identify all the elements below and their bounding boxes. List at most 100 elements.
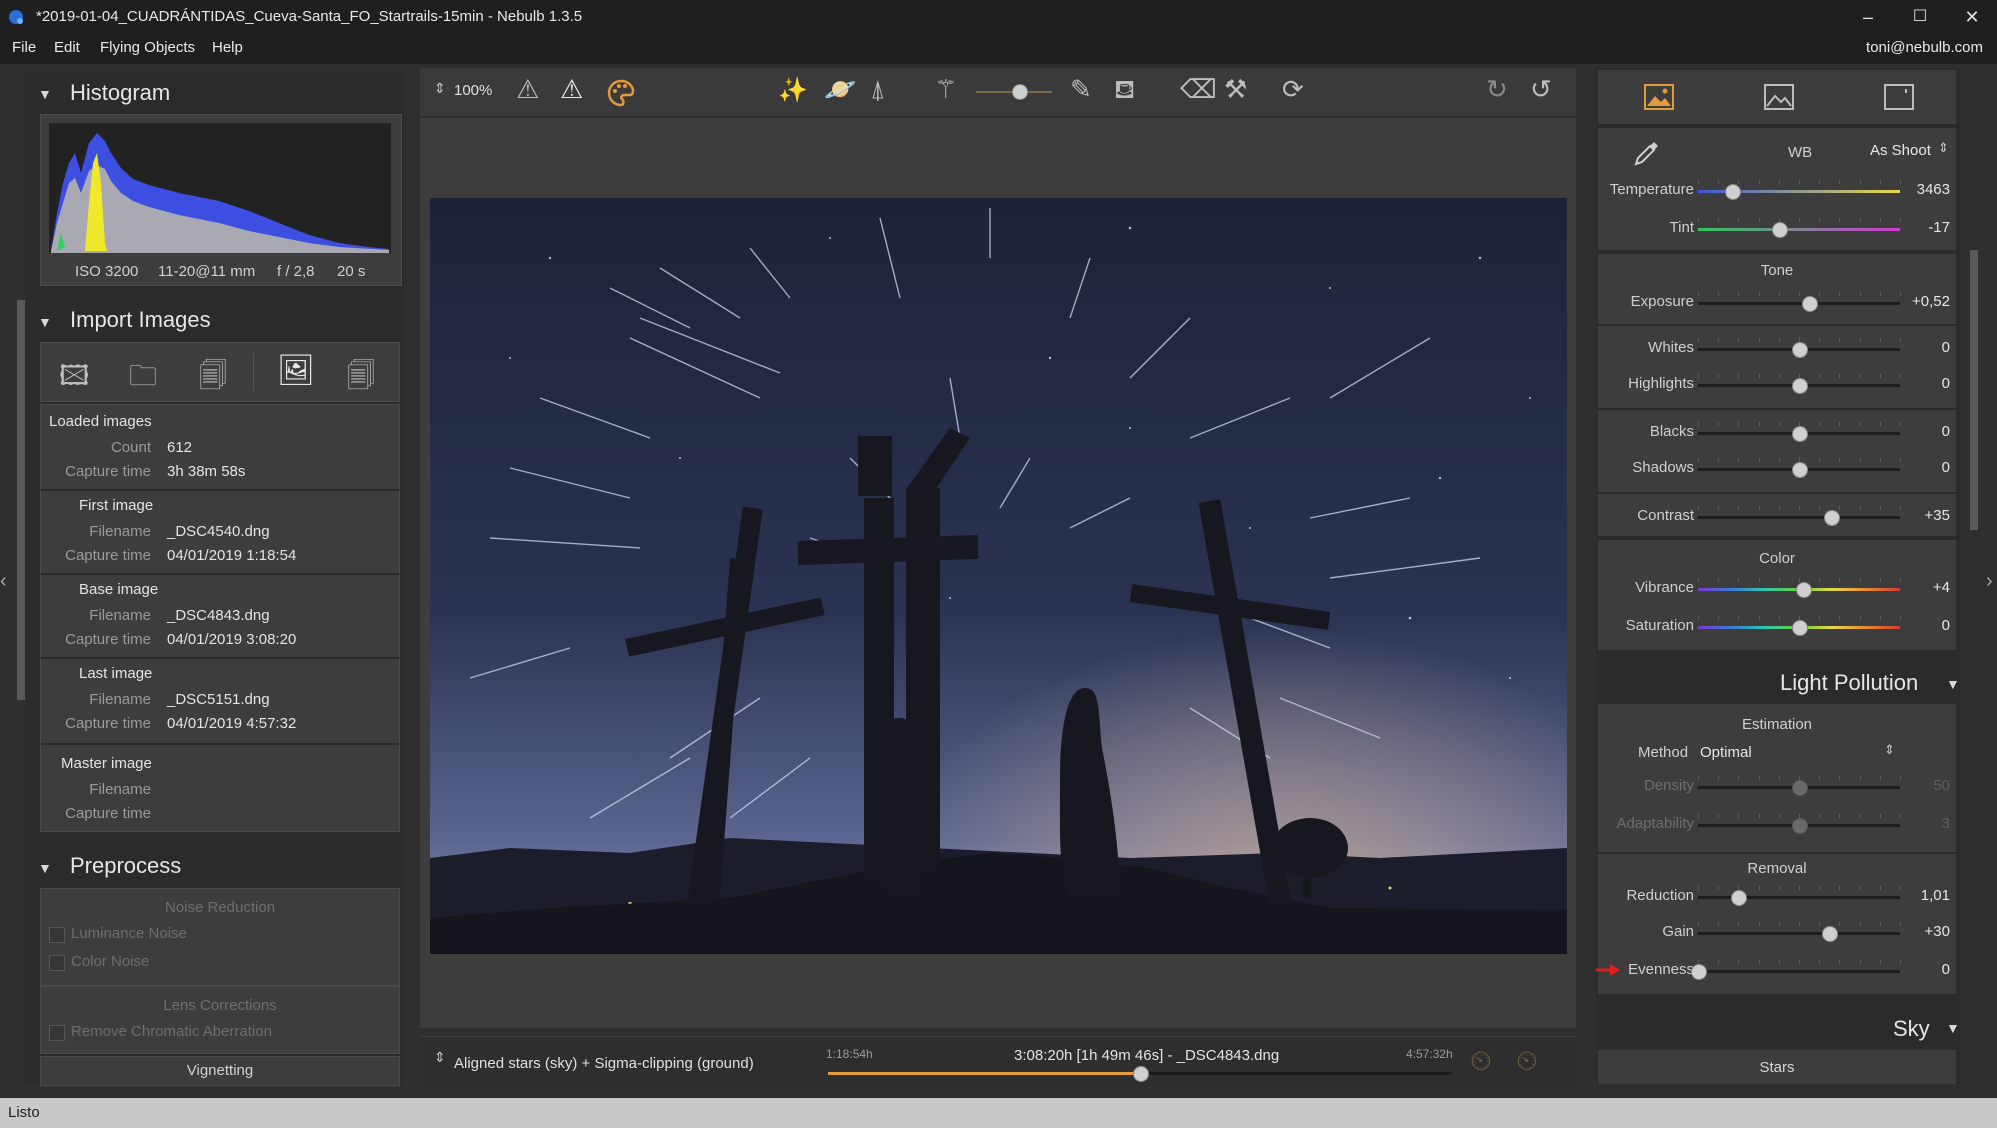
import-master-icon[interactable]: 🗐 [347, 355, 375, 403]
eyedropper-icon[interactable] [1632, 138, 1662, 168]
shadows-knob[interactable] [1792, 462, 1808, 478]
vibrance-tick [1799, 578, 1800, 582]
vignetting-box[interactable]: Vignetting [40, 1056, 400, 1086]
tone-title: Tone [1760, 262, 1794, 279]
temperature-tick [1879, 180, 1881, 184]
collapse-left-icon[interactable]: ‹ [0, 570, 7, 593]
zoom-stepper-icon[interactable]: ⇕ [434, 80, 446, 97]
method-dropdown[interactable]: Optimal [1700, 744, 1752, 761]
minimize-button[interactable]: – [1846, 4, 1890, 30]
account-email[interactable]: toni@nebulb.com [1866, 39, 1983, 56]
reduction-tick [1859, 886, 1861, 890]
menu-file[interactable]: File [12, 39, 36, 56]
tint-knob[interactable] [1771, 222, 1788, 238]
reduction-slider[interactable] [1698, 896, 1900, 899]
vibrance-label: Vibrance [1635, 579, 1694, 596]
saturation-tick [1698, 616, 1699, 620]
warning-filled-icon[interactable]: ⚠ [560, 74, 583, 105]
refresh-icon[interactable]: ⟳ [1282, 74, 1304, 105]
close-button[interactable]: ✕ [1950, 4, 1994, 30]
develop-tab-icon[interactable] [1644, 84, 1674, 110]
evenness-tick [1738, 960, 1740, 964]
menu-help[interactable]: Help [212, 39, 243, 56]
stars-box[interactable]: Stars [1598, 1050, 1956, 1084]
evenness-knob[interactable] [1691, 964, 1707, 980]
exposure-tick [1859, 292, 1861, 296]
evenness-slider[interactable] [1698, 970, 1900, 973]
import-folder-icon[interactable]: 🗀 [129, 355, 157, 403]
chromatic-checkbox[interactable] [49, 1025, 65, 1041]
density-knob[interactable] [1792, 780, 1808, 796]
palette-icon[interactable] [606, 78, 636, 108]
import-series-icon[interactable]: 🗐 [199, 355, 227, 403]
hist-iso: ISO 3200 [75, 263, 139, 280]
menu-edit[interactable]: Edit [54, 39, 80, 56]
exposure-value: +0,52 [1912, 293, 1950, 310]
paint-bucket-icon[interactable]: ⛾ [1114, 74, 1135, 109]
adaptability-knob[interactable] [1792, 818, 1808, 834]
history-clock-icon[interactable]: ⏲ [1470, 1045, 1492, 1078]
startrails-image[interactable] [430, 198, 1567, 954]
gain-value: +30 [1924, 923, 1950, 940]
hist-lens: 11-20@11 mm [158, 263, 256, 280]
redo-icon[interactable]: ↻ [1486, 74, 1508, 105]
vibrance-knob[interactable] [1796, 582, 1813, 598]
zoom-level[interactable]: 100% [454, 82, 492, 99]
reduction-tick [1758, 886, 1760, 890]
stars-icon[interactable]: ✨ [778, 76, 808, 105]
saturation-tick [1778, 616, 1780, 620]
method-dropdown-icon[interactable]: ⇕ [1884, 742, 1895, 758]
planet-icon[interactable]: 🪐 [824, 74, 856, 105]
shadows-tick [1778, 458, 1780, 462]
luminance-noise-checkbox[interactable] [49, 927, 65, 943]
saturation-knob[interactable] [1792, 620, 1808, 636]
stacking-mode[interactable]: Aligned stars (sky) + Sigma-clipping (gr… [454, 1055, 754, 1072]
brush-icon[interactable]: ✎ [1070, 74, 1092, 105]
highlights-knob[interactable] [1792, 378, 1808, 394]
right-scrollbar[interactable] [1970, 250, 1978, 530]
broom-icon[interactable]: ⚒ [1224, 74, 1247, 105]
vibrance-tick [1738, 578, 1740, 582]
undo-icon[interactable]: ↺ [1530, 74, 1552, 105]
left-scrollbar[interactable] [17, 300, 25, 700]
mode-stepper-icon[interactable]: ⇕ [434, 1049, 446, 1066]
light-pollution-collapse-icon[interactable]: ▼ [1946, 676, 1960, 692]
reduction-label: Reduction [1626, 887, 1694, 904]
menu-flying-objects[interactable]: Flying Objects [100, 39, 195, 56]
timeline-knob[interactable] [1133, 1066, 1149, 1082]
evenness-tick [1819, 960, 1821, 964]
preprocess-collapse-icon[interactable]: ▼ [38, 860, 52, 876]
whites-knob[interactable] [1792, 342, 1808, 358]
base-filename-label: Filename [89, 607, 151, 624]
eraser-icon[interactable]: ⌫ [1180, 74, 1217, 105]
adaptability-tick [1698, 814, 1699, 818]
wb-dropdown-icon[interactable]: ⇕ [1938, 140, 1949, 156]
exposure-slider[interactable] [1698, 302, 1900, 305]
tint-slider[interactable] [1698, 228, 1900, 231]
tower-icon[interactable]: ⍋ [870, 74, 886, 106]
color-noise-checkbox[interactable] [49, 955, 65, 971]
exposure-tick [1718, 292, 1720, 296]
gain-slider[interactable] [1698, 932, 1900, 935]
import-image-icon[interactable]: 🖼 [277, 353, 315, 388]
image-tab-icon[interactable] [1764, 84, 1794, 110]
whites-tick [1758, 338, 1760, 342]
brush-size-knob[interactable] [1012, 84, 1028, 100]
warning-outline-icon[interactable]: ⚠ [516, 74, 539, 105]
magic-wand-icon[interactable]: ⚚ [934, 74, 957, 105]
adaptability-tick [1900, 814, 1901, 818]
wb-dropdown[interactable]: As Shoot [1870, 142, 1931, 159]
collapse-right-icon[interactable]: › [1986, 570, 1993, 593]
blacks-tick [1778, 422, 1780, 426]
import-photos-icon[interactable]: 🖾 [59, 355, 89, 403]
history-back-icon[interactable]: ⏲ [1516, 1045, 1538, 1078]
import-collapse-icon[interactable]: ▼ [38, 314, 52, 330]
export-tab-icon[interactable] [1884, 84, 1914, 110]
exposure-knob[interactable] [1802, 296, 1819, 312]
sky-collapse-icon[interactable]: ▼ [1946, 1020, 1960, 1036]
histogram-collapse-icon[interactable]: ▼ [38, 86, 52, 102]
maximize-button[interactable]: ☐ [1898, 4, 1942, 30]
blacks-knob[interactable] [1792, 426, 1808, 442]
contrast-slider[interactable] [1698, 516, 1900, 519]
shadows-tick [1839, 458, 1841, 462]
